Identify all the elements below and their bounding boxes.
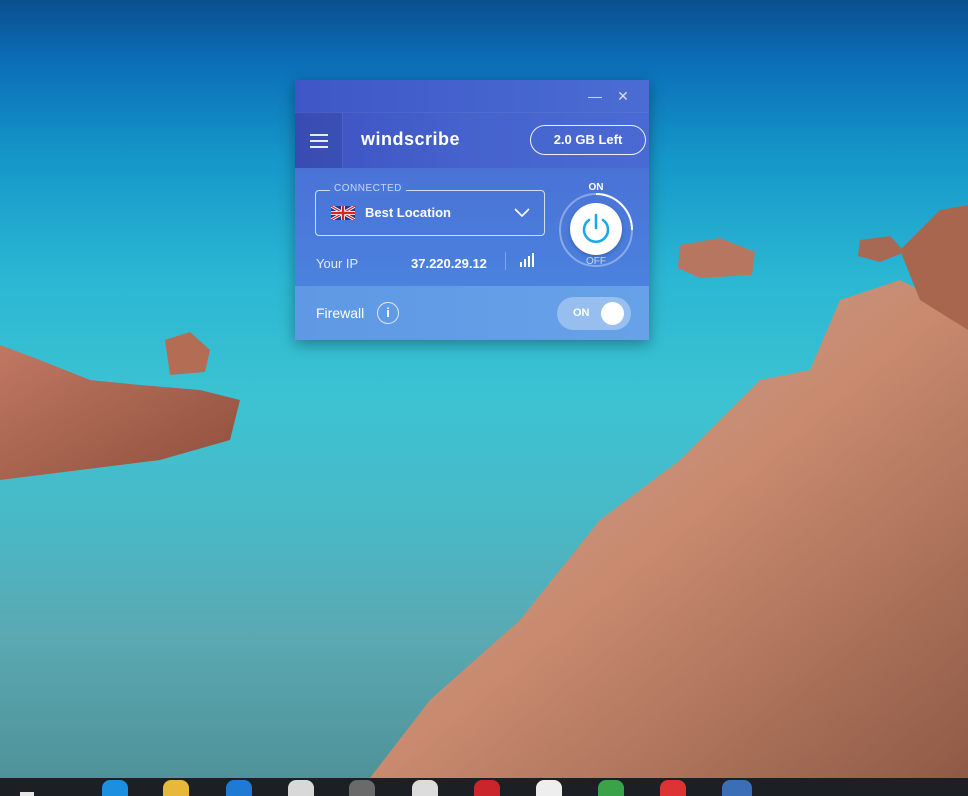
firewall-bar: Firewall i ON [295,286,649,340]
location-selector[interactable]: CONNECTED Best Location [315,183,545,236]
windscribe-taskbar-icon[interactable] [722,780,752,796]
app-icon[interactable] [660,780,686,796]
network-icon[interactable] [288,780,314,796]
data-left-badge[interactable]: 2.0 GB Left [530,125,646,155]
uk-flag-icon [331,206,355,220]
ip-value: 37.220.29.12 [411,256,487,271]
windscribe-window: — ✕ windscribe 2.0 GB Left CONNECTED Bes… [295,80,649,340]
start-icon[interactable] [20,792,34,796]
app-icon[interactable] [226,780,252,796]
connection-panel: CONNECTED Best Location Your IP 37.220.2… [295,168,649,286]
taskbar [0,778,968,796]
rock-right-main [370,280,968,778]
minimize-button[interactable]: — [585,86,605,106]
hamburger-icon [310,134,328,136]
info-icon[interactable]: i [377,302,399,324]
chevron-down-icon [514,208,530,218]
file-icon[interactable] [536,780,562,796]
divider [505,252,506,270]
app-icon[interactable] [412,780,438,796]
power-off-label: OFF [586,256,606,267]
menu-button[interactable] [295,113,343,168]
firewall-label: Firewall [316,305,365,321]
edge-icon[interactable] [102,780,128,796]
firewall-toggle[interactable]: ON [557,297,631,330]
app-icon[interactable] [349,780,375,796]
app-header: windscribe 2.0 GB Left [295,112,649,168]
power-control: ON OFF [556,179,636,279]
firewall-toggle-label: ON [573,307,590,319]
rock-small-far [858,236,905,262]
location-name: Best Location [365,205,451,220]
power-button[interactable] [570,203,622,255]
toggle-knob [601,302,624,325]
close-button[interactable]: ✕ [613,86,633,106]
rock-small-left [165,332,210,375]
folder-icon[interactable] [163,780,189,796]
app-icon[interactable] [474,780,500,796]
signal-strength-icon [520,253,534,267]
ip-label: Your IP [316,256,359,271]
connection-status: CONNECTED [330,183,406,194]
power-icon [582,213,610,243]
app-icon[interactable] [598,780,624,796]
title-bar: — ✕ [295,80,649,112]
rock-small-mid [678,238,755,278]
windscribe-logo: windscribe [361,129,461,149]
